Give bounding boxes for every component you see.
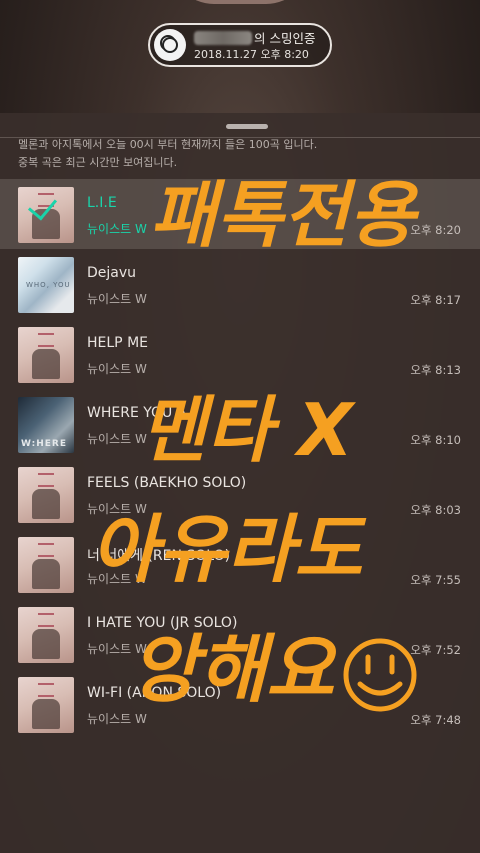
track-time: 오후 8:03: [410, 503, 461, 517]
track-artist: 뉴이스트 W: [87, 432, 147, 446]
track-row[interactable]: WI-FI (ARON SOLO) 뉴이스트 W 오후 7:48: [0, 669, 480, 739]
track-artist: 뉴이스트 W: [87, 292, 147, 306]
track-row[interactable]: FEELS (BAEKHO SOLO) 뉴이스트 W 오후 8:03: [0, 459, 480, 529]
streaming-proof-badge: 의 스밍인증 2018.11.27 오후 8:20: [148, 23, 332, 67]
track-row[interactable]: HELP ME 뉴이스트 W 오후 8:13: [0, 319, 480, 389]
album-thumbnail: [18, 467, 74, 523]
album-thumbnail: [18, 537, 74, 593]
track-title: FEELS (BAEKHO SOLO): [87, 475, 247, 491]
track-row[interactable]: W:HERE WHERE YOU A 뉴이스트 W 오후 8:10: [0, 389, 480, 459]
drag-handle[interactable]: [226, 124, 268, 129]
track-row[interactable]: I HATE YOU (JR SOLO) 뉴이스트 W 오후 7:52: [0, 599, 480, 669]
track-time: 오후 7:52: [410, 643, 461, 657]
track-row[interactable]: WHO, YOU Dejavu 뉴이스트 W 오후 8:17: [0, 249, 480, 319]
track-time: 오후 7:48: [410, 713, 461, 727]
history-sheet: 멜론과 아지톡에서 오늘 00시 부터 현재까지 들은 100곡 입니다. 중복…: [0, 113, 480, 853]
album-thumbnail: [18, 677, 74, 733]
track-title: Dejavu: [87, 265, 137, 281]
track-artist: 뉴이스트 W: [87, 362, 147, 376]
notice-line-1: 멜론과 아지톡에서 오늘 00시 부터 현재까지 들은 100곡 입니다.: [18, 138, 318, 151]
notice-line-2: 중복 곡은 최근 시간만 보여집니다.: [18, 156, 178, 169]
track-artist: 뉴이스트 W: [87, 642, 147, 656]
album-art-edge: [170, 0, 310, 4]
track-artist: 뉴이스트 W: [87, 502, 147, 516]
album-thumbnail: [18, 327, 74, 383]
history-notice: 멜론과 아지톡에서 오늘 00시 부터 현재까지 들은 100곡 입니다. 중복…: [18, 136, 468, 172]
track-row[interactable]: L.I.E 뉴이스트 W 오후 8:20: [0, 179, 480, 249]
vinyl-disc-icon: [154, 29, 186, 61]
badge-title: 의 스밍인증: [254, 31, 316, 46]
track-artist: 뉴이스트 W: [87, 712, 147, 726]
track-time: 오후 8:13: [410, 363, 461, 377]
blurred-username: [194, 31, 252, 45]
track-title: 너 너에게 (REN SOLO): [87, 548, 231, 564]
track-title: HELP ME: [87, 335, 148, 351]
album-thumbnail: WHO, YOU: [18, 257, 74, 313]
track-time: 오후 7:55: [410, 573, 461, 587]
track-time: 오후 8:10: [410, 433, 461, 447]
track-artist: 뉴이스트 W: [87, 572, 147, 586]
cover-text: WHO, YOU: [26, 281, 71, 289]
track-time: 오후 8:17: [410, 293, 461, 307]
track-title: WI-FI (ARON SOLO): [87, 685, 222, 701]
track-title: I HATE YOU (JR SOLO): [87, 615, 238, 631]
track-title: WHERE YOU A: [87, 405, 187, 421]
track-artist: 뉴이스트 W: [87, 222, 147, 236]
album-thumbnail: W:HERE: [18, 397, 74, 453]
track-time: 오후 8:20: [410, 223, 461, 237]
track-title: L.I.E: [87, 195, 117, 211]
cover-text: W:HERE: [21, 439, 68, 449]
badge-datetime: 2018.11.27 오후 8:20: [194, 48, 309, 61]
album-thumbnail: [18, 607, 74, 663]
track-row[interactable]: 너 너에게 (REN SOLO) 뉴이스트 W 오후 7:55: [0, 529, 480, 599]
